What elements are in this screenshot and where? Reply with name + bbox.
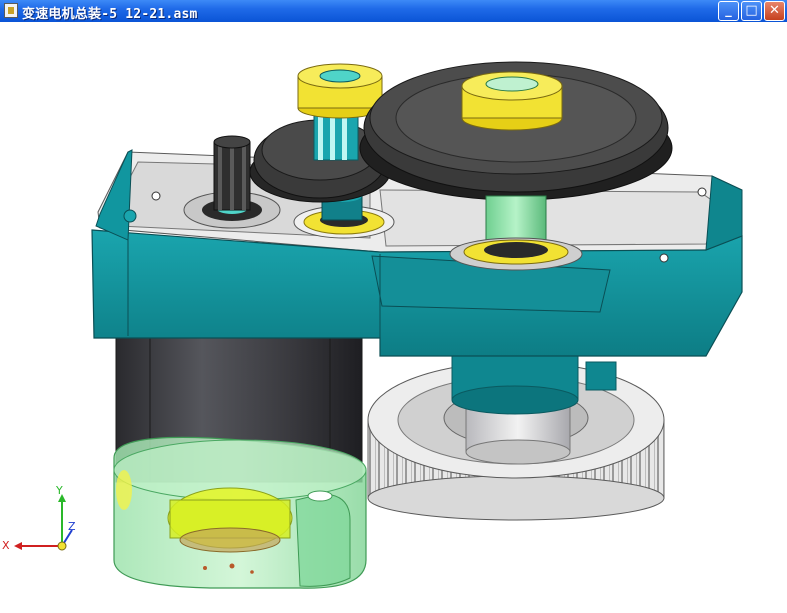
window-title: 变速电机总装-5 12-21.asm: [22, 7, 198, 22]
model-render: Y X Z: [2, 61, 743, 589]
z-axis-label: Z: [68, 520, 76, 533]
close-button[interactable]: ✕: [764, 1, 785, 21]
motor-end-cap[interactable]: [113, 436, 367, 589]
title-bar[interactable]: 变速电机总装-5 12-21.asm _ □ ✕: [0, 0, 787, 22]
minimize-button[interactable]: _: [718, 1, 739, 21]
3d-viewport[interactable]: Y X Z: [0, 22, 787, 609]
x-axis-label: X: [2, 539, 10, 552]
maximize-button[interactable]: □: [741, 1, 762, 21]
coordinate-triad: Y X Z: [2, 484, 76, 552]
y-axis-label: Y: [55, 484, 63, 497]
cad-window: 变速电机总装-5 12-21.asm _ □ ✕ Y X Z: [0, 0, 787, 609]
app-icon[interactable]: [4, 3, 18, 18]
